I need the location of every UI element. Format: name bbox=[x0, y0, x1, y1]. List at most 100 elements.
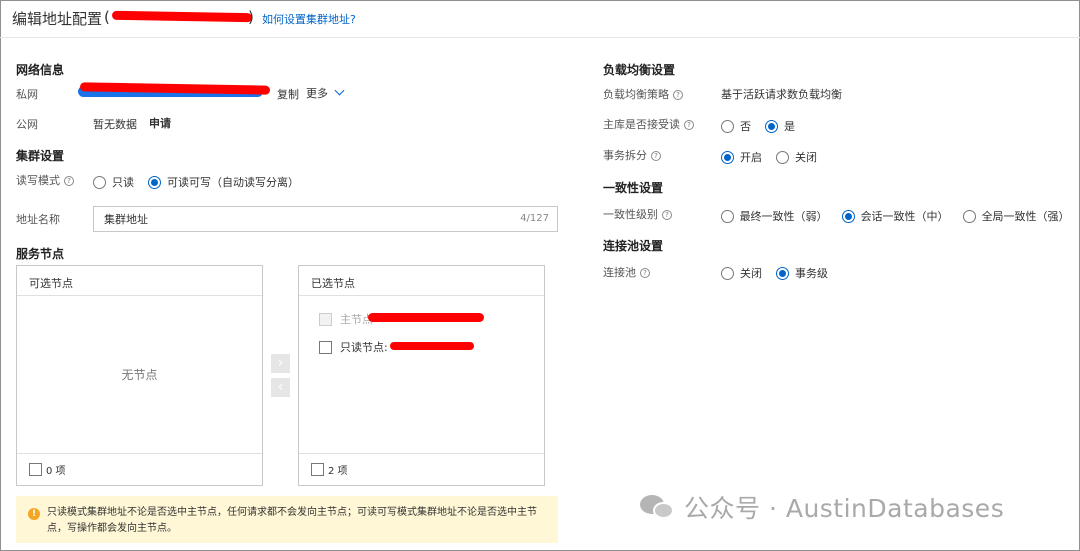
redaction-mark bbox=[390, 342, 474, 350]
radio-dot bbox=[93, 175, 106, 189]
address-name-input[interactable] bbox=[94, 207, 494, 231]
radio-dot bbox=[148, 175, 161, 189]
chevron-down-icon bbox=[334, 85, 344, 96]
primary-read-radio-group: 否 是 bbox=[721, 118, 809, 134]
radio-enable[interactable]: 开启 bbox=[721, 149, 762, 165]
apply-link[interactable]: 申请 bbox=[149, 115, 171, 131]
help-link[interactable]: 如何设置集群地址? bbox=[262, 11, 356, 27]
title-paren-open: ( bbox=[104, 8, 110, 26]
radio-label: 关闭 bbox=[795, 151, 817, 164]
txn-split-label: 事务拆分? bbox=[603, 147, 661, 163]
help-icon: ? bbox=[640, 268, 650, 278]
radio-pool-off[interactable]: 关闭 bbox=[721, 265, 762, 281]
strategy-label-text: 负载均衡策略 bbox=[603, 88, 669, 101]
item-count: 2 项 bbox=[328, 466, 348, 477]
copy-link[interactable]: 复制 bbox=[277, 86, 299, 102]
radio-dot bbox=[721, 119, 734, 133]
private-network-label: 私网 bbox=[16, 88, 38, 101]
node-item-primary: 主节点 bbox=[319, 311, 373, 327]
primary-read-label-text: 主库是否接受读 bbox=[603, 118, 680, 131]
char-counter: 4/127 bbox=[520, 213, 549, 224]
radio-dot bbox=[765, 119, 778, 133]
address-name-field[interactable]: 4/127 bbox=[93, 206, 558, 232]
service-nodes-title: 服务节点 bbox=[16, 247, 65, 261]
txn-split-radio-group: 开启 关闭 bbox=[721, 149, 831, 165]
pool-label-text: 连接池 bbox=[603, 266, 636, 279]
rw-mode-label: 读写模式? bbox=[16, 172, 74, 188]
help-icon: ? bbox=[64, 176, 74, 186]
network-section-title: 网络信息 bbox=[16, 63, 65, 77]
consistency-level-label-text: 一致性级别 bbox=[603, 208, 658, 221]
more-label: 更多 bbox=[306, 87, 328, 100]
cluster-section-title: 集群设置 bbox=[16, 149, 65, 163]
redaction-mark bbox=[111, 10, 253, 23]
radio-label: 关闭 bbox=[740, 267, 762, 280]
consistency-title: 一致性设置 bbox=[603, 181, 664, 195]
pool-radio-group: 关闭 事务级 bbox=[721, 265, 842, 281]
radio-dot bbox=[963, 209, 976, 223]
watermark: 公众号 · AustinDatabases bbox=[640, 489, 1004, 525]
help-icon: ? bbox=[673, 90, 683, 100]
radio-global[interactable]: 全局一致性（强） bbox=[963, 208, 1070, 224]
consistency-level-label: 一致性级别? bbox=[603, 206, 672, 222]
notice-text: 只读模式集群地址不论是否选中主节点，任何请求都不会发向主节点；可读可写模式集群地… bbox=[47, 507, 537, 534]
available-nodes-panel: 可选节点 无节点 0 项 bbox=[16, 265, 263, 486]
radio-session[interactable]: 会话一致性（中） bbox=[842, 208, 949, 224]
title-paren-close: ) bbox=[248, 8, 254, 26]
radio-pool-txn[interactable]: 事务级 bbox=[776, 265, 828, 281]
node-checkbox bbox=[319, 312, 332, 326]
redaction-mark bbox=[368, 313, 484, 322]
txn-split-label-text: 事务拆分 bbox=[603, 149, 647, 162]
empty-state-text: 无节点 bbox=[121, 368, 158, 382]
rw-mode-label-text: 读写模式 bbox=[16, 174, 60, 187]
radio-yes[interactable]: 是 bbox=[765, 118, 795, 134]
notice-banner: ! 只读模式集群地址不论是否选中主节点，任何请求都不会发向主节点；可读可写模式集… bbox=[16, 496, 558, 543]
primary-read-label: 主库是否接受读? bbox=[603, 116, 694, 132]
pool-title: 连接池设置 bbox=[603, 239, 664, 253]
select-all-checkbox[interactable] bbox=[311, 463, 324, 476]
consistency-radio-group: 最终一致性（弱） 会话一致性（中） 全局一致性（强） bbox=[721, 208, 1080, 224]
radio-label: 否 bbox=[740, 120, 751, 133]
radio-label: 会话一致性（中） bbox=[860, 210, 949, 223]
pool-label: 连接池? bbox=[603, 264, 650, 280]
move-right-button[interactable]: › bbox=[271, 354, 290, 373]
address-name-label: 地址名称 bbox=[16, 213, 60, 226]
dialog-title: 编辑地址配置 bbox=[12, 10, 103, 28]
node-item-readonly[interactable]: 只读节点: bbox=[319, 339, 388, 355]
available-nodes-footer: 0 项 bbox=[17, 453, 262, 485]
node-label: 只读节点: bbox=[340, 341, 388, 354]
more-dropdown[interactable]: 更多 bbox=[306, 85, 344, 101]
strategy-label: 负载均衡策略? bbox=[603, 86, 683, 102]
move-left-button[interactable]: ‹ bbox=[271, 378, 290, 397]
radio-label: 全局一致性（强） bbox=[981, 210, 1070, 223]
rw-mode-radio-group: 只读 可读可写（自动读写分离） bbox=[93, 174, 313, 190]
node-checkbox[interactable] bbox=[319, 340, 332, 354]
public-network-label: 公网 bbox=[16, 118, 38, 131]
radio-dot bbox=[842, 209, 855, 223]
wechat-logo-icon bbox=[640, 492, 676, 522]
watermark-text: 公众号 · AustinDatabases bbox=[684, 494, 1005, 523]
radio-dot bbox=[776, 266, 789, 280]
radio-label: 是 bbox=[784, 120, 795, 133]
radio-disable[interactable]: 关闭 bbox=[776, 149, 817, 165]
selected-nodes-header: 已选节点 bbox=[299, 266, 544, 296]
select-all-checkbox[interactable] bbox=[29, 463, 42, 476]
item-count: 0 项 bbox=[46, 466, 66, 477]
help-icon: ? bbox=[662, 210, 672, 220]
selected-nodes-panel: 已选节点 2 项 bbox=[298, 265, 545, 486]
radio-readonly[interactable]: 只读 bbox=[93, 174, 134, 190]
load-balance-title: 负载均衡设置 bbox=[603, 63, 676, 77]
radio-dot bbox=[721, 266, 734, 280]
help-icon: ? bbox=[684, 120, 694, 130]
help-icon: ? bbox=[651, 151, 661, 161]
radio-readwrite[interactable]: 可读可写（自动读写分离） bbox=[148, 174, 299, 190]
radio-eventual[interactable]: 最终一致性（弱） bbox=[721, 208, 828, 224]
selected-nodes-footer: 2 项 bbox=[299, 453, 544, 485]
radio-label: 开启 bbox=[740, 151, 762, 164]
radio-label: 可读可写（自动读写分离） bbox=[167, 176, 299, 189]
radio-dot bbox=[721, 209, 734, 223]
dialog-header: 编辑地址配置 ( ) 如何设置集群地址? bbox=[0, 0, 1080, 38]
radio-label: 最终一致性（弱） bbox=[739, 210, 828, 223]
radio-no[interactable]: 否 bbox=[721, 118, 751, 134]
radio-label: 只读 bbox=[112, 176, 134, 189]
